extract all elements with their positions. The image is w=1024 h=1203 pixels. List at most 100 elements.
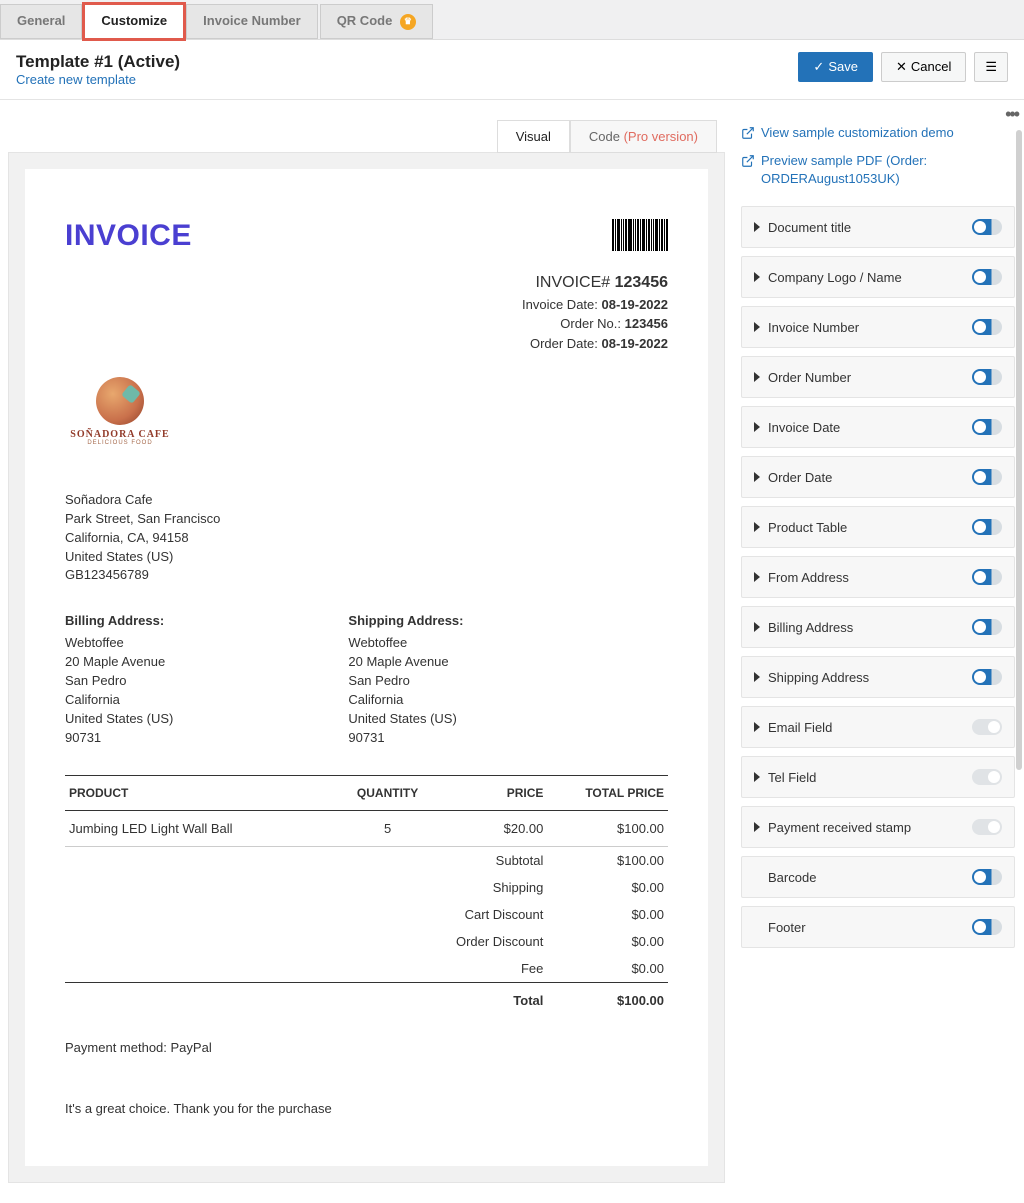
toggle-switch[interactable] [972,819,1002,835]
panel-label: Shipping Address [768,670,869,685]
invoice-title: INVOICE [65,219,192,253]
from-name: Soñadora Cafe [65,491,668,510]
col-product: PRODUCT [65,776,336,811]
toggle-switch[interactable] [972,369,1002,385]
order-no-label: Order No.: [560,316,621,331]
tab-customize[interactable]: Customize [84,4,184,39]
payment-method-label: Payment method: [65,1040,167,1055]
hamburger-icon: ☰ [985,59,997,75]
more-menu-button[interactable]: ☰ [974,52,1008,82]
total-label: Total [439,983,548,1015]
panel-row[interactable]: Invoice Number [741,306,1015,348]
shipping-zip: 90731 [348,729,631,748]
panel-row[interactable]: Order Number [741,356,1015,398]
panel-row[interactable]: Payment received stamp [741,806,1015,848]
chevron-right-icon [754,522,760,532]
panel-row[interactable]: Product Table [741,506,1015,548]
toggle-switch[interactable] [972,769,1002,785]
panel-label: Invoice Number [768,320,859,335]
toggle-switch[interactable] [972,469,1002,485]
tab-general[interactable]: General [0,4,82,39]
payment-method: Payment method: PayPal [65,1040,668,1055]
shipping-heading: Shipping Address: [348,613,631,628]
panel-label: Order Number [768,370,851,385]
toggle-switch[interactable] [972,619,1002,635]
toggle-switch[interactable] [972,219,1002,235]
preview-surface: INVOICE INVOICE# 123456 Invoice Date: 08… [8,152,725,1184]
panel-label: Barcode [768,870,816,885]
chevron-right-icon [754,572,760,582]
company-logo: SOÑADORA CAFE DELICIOUS FOOD [65,371,668,451]
subtotal-value: $100.00 [547,847,668,875]
panel-label: Document title [768,220,851,235]
scrollbar[interactable] [1016,130,1022,770]
cancel-button[interactable]: ✕ Cancel [881,52,966,82]
panel-row[interactable]: Barcode [741,856,1015,898]
panel-row[interactable]: Document title [741,206,1015,248]
billing-name: Webtoffee [65,634,348,653]
shipping-cost-label: Shipping [439,874,548,901]
toggle-switch[interactable] [972,319,1002,335]
panel-row[interactable]: Company Logo / Name [741,256,1015,298]
create-template-link[interactable]: Create new template [16,72,136,87]
from-country: United States (US) [65,548,668,567]
invoice-date-value: 08-19-2022 [602,297,669,312]
chevron-right-icon [754,272,760,282]
toggle-switch[interactable] [972,519,1002,535]
panel-label: Email Field [768,720,832,735]
logo-tagline: DELICIOUS FOOD [87,440,152,446]
top-tabs: General Customize Invoice Number QR Code… [0,0,1024,40]
chevron-right-icon [754,822,760,832]
shipping-cost-value: $0.00 [547,874,668,901]
cart-discount-label: Cart Discount [439,901,548,928]
tab-qr-code[interactable]: QR Code ♛ [320,4,433,39]
billing-address: Billing Address: Webtoffee 20 Maple Aven… [65,613,348,747]
shipping-state: California [348,691,631,710]
toggle-switch[interactable] [972,919,1002,935]
crown-icon: ♛ [400,14,416,30]
invoice-preview: INVOICE INVOICE# 123456 Invoice Date: 08… [25,169,708,1167]
external-link-icon [741,154,755,168]
panel-row[interactable]: Order Date [741,456,1015,498]
view-demo-link[interactable]: View sample customization demo [741,124,1016,142]
total-value: $100.00 [547,983,668,1015]
shipping-name: Webtoffee [348,634,631,653]
preview-tab-code[interactable]: Code (Pro version) [570,120,717,153]
item-total: $100.00 [547,811,668,847]
chevron-right-icon [754,722,760,732]
drag-handle-icon[interactable]: ••• [1005,104,1018,125]
panel-row[interactable]: Tel Field [741,756,1015,798]
from-address: Soñadora Cafe Park Street, San Francisco… [65,491,668,585]
item-name: Jumbing LED Light Wall Ball [65,811,336,847]
panel-label: Footer [768,920,806,935]
panel-row[interactable]: Shipping Address [741,656,1015,698]
toggle-switch[interactable] [972,569,1002,585]
chevron-right-icon [754,222,760,232]
panel-row[interactable]: From Address [741,556,1015,598]
payment-method-value: PayPal [171,1040,212,1055]
preview-pdf-link[interactable]: Preview sample PDF (Order: ORDERAugust10… [741,152,1016,188]
panel-row[interactable]: Footer [741,906,1015,948]
order-discount-value: $0.00 [547,928,668,955]
panel-label: Company Logo / Name [768,270,902,285]
save-button[interactable]: ✓ Save [798,52,873,82]
billing-country: United States (US) [65,710,348,729]
billing-line1: 20 Maple Avenue [65,653,348,672]
panel-label: Billing Address [768,620,853,635]
col-price: PRICE [439,776,548,811]
panel-row[interactable]: Email Field [741,706,1015,748]
preview-tabs: Visual Code (Pro version) [8,120,717,153]
preview-tab-visual[interactable]: Visual [497,120,570,153]
panel-row[interactable]: Invoice Date [741,406,1015,448]
panel-row[interactable]: Billing Address [741,606,1015,648]
tab-invoice-number[interactable]: Invoice Number [186,4,318,39]
toggle-switch[interactable] [972,869,1002,885]
toggle-switch[interactable] [972,719,1002,735]
toggle-switch[interactable] [972,669,1002,685]
panel-label: From Address [768,570,849,585]
item-price: $20.00 [439,811,548,847]
toggle-switch[interactable] [972,419,1002,435]
toggle-switch[interactable] [972,269,1002,285]
subtotal-label: Subtotal [439,847,548,875]
billing-state: California [65,691,348,710]
